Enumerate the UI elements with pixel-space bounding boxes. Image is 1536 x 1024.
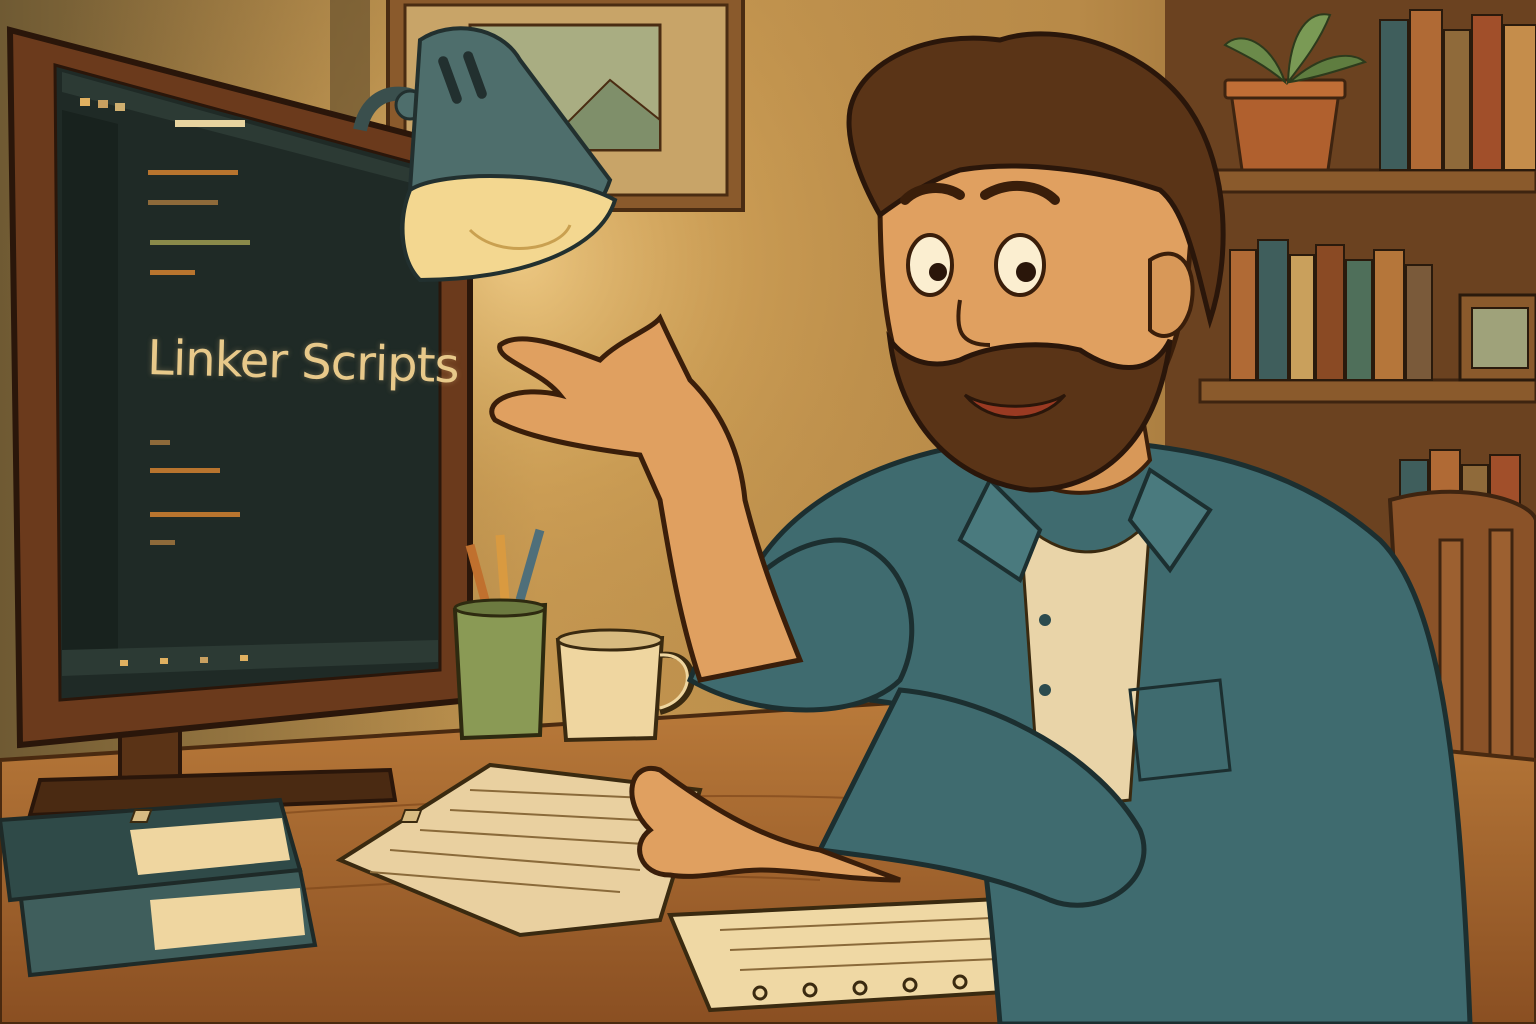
monitor-icon xyxy=(6,26,473,818)
book-stack-icon xyxy=(0,797,318,978)
illustration-scene: Linker Scripts xyxy=(0,0,1536,1024)
scene-artwork xyxy=(0,0,1536,1024)
screen-title: Linker Scripts xyxy=(146,330,460,395)
